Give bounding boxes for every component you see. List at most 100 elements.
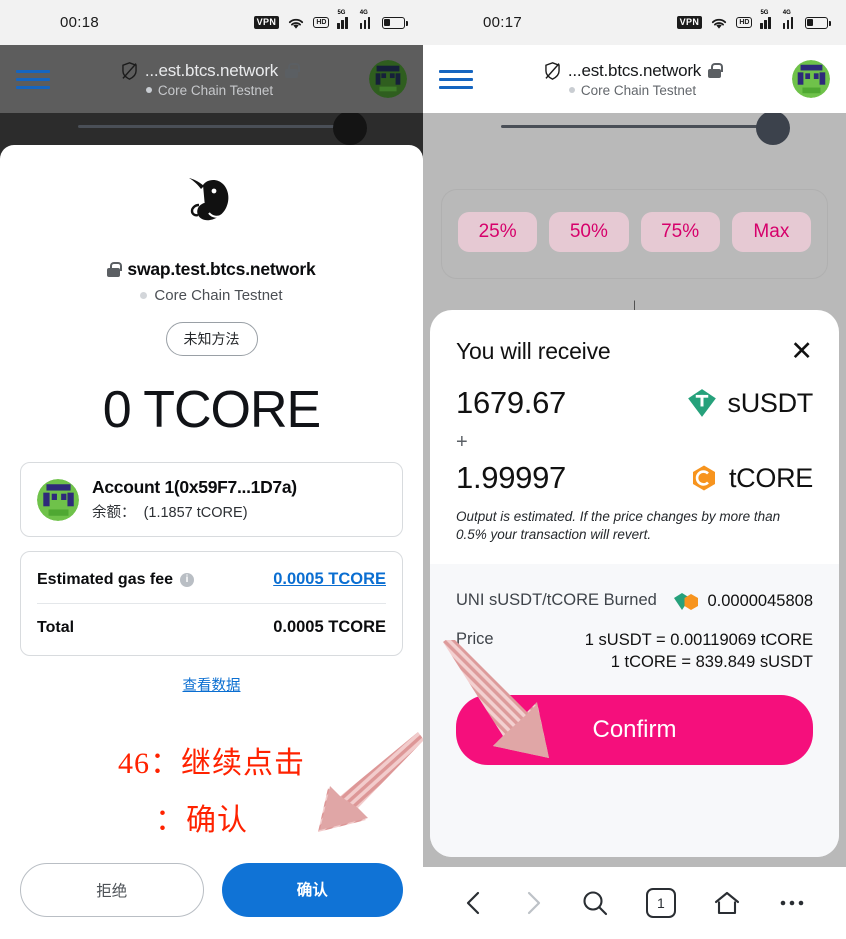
shield-off-icon [545, 61, 560, 80]
right-status-bar: 00:17 VPN HD 5G 4G [423, 0, 846, 45]
you-will-receive-modal: You will receive ✕ 1679.67 sUSDT + 1.999… [430, 310, 839, 857]
detail-value-burned: 0.0000045808 [707, 592, 813, 611]
detail-row-burned: UNI sUSDT/tCORE Burned 0.0000045808 [456, 590, 813, 612]
percent-button-max[interactable]: Max [731, 212, 811, 252]
signal-4g-icon: 4G [359, 10, 374, 29]
detail-label-price: Price [456, 629, 494, 648]
right-phone-screen: 00:17 VPN HD 5G 4G ...est.btcs.network C… [423, 0, 846, 939]
account-avatar[interactable] [369, 60, 407, 98]
account-card[interactable]: Account 1(0x59F7...1D7a) 余额： (1.1857 tCO… [20, 462, 403, 537]
left-phone-screen: 00:18 VPN HD 5G 4G ...est.btcs.network C… [0, 0, 423, 939]
confirm-button[interactable]: Confirm [456, 695, 813, 766]
account-name: Account 1(0x59F7...1D7a) [92, 477, 297, 497]
percent-button-75[interactable]: 75% [640, 212, 720, 252]
background-slider [423, 111, 846, 153]
shield-off-icon [122, 61, 137, 80]
browser-bottom-nav: 1 [423, 867, 846, 939]
status-icons: VPN HD 5G 4G [676, 10, 831, 30]
network-dot-icon [568, 87, 575, 93]
wifi-icon [712, 18, 727, 29]
metamask-confirm-sheet: swap.test.btcs.network Core Chain Testne… [0, 145, 423, 939]
view-data-link[interactable]: 查看数据 [20, 674, 403, 695]
network-dot-icon [145, 87, 152, 93]
percent-button-50[interactable]: 50% [549, 212, 629, 252]
status-time: 00:17 [483, 14, 523, 31]
tab-count-button[interactable]: 1 [645, 888, 676, 918]
left-status-bar: 00:18 VPN HD 5G 4G [0, 0, 423, 45]
avatar [37, 478, 79, 521]
receive-line-2: 1.99997 tCORE [456, 460, 813, 496]
hamburger-icon[interactable] [16, 69, 50, 89]
transaction-amount: 0 TCORE [102, 381, 321, 439]
close-icon[interactable]: ✕ [790, 338, 813, 365]
total-row: Total 0.0005 TCORE [37, 603, 386, 651]
gas-fee-label: Estimated gas fee i [37, 571, 195, 589]
network-label: Core Chain Testnet [580, 82, 697, 98]
receive-amount-2: 1.99997 [456, 460, 566, 495]
percent-button-25[interactable]: 25% [458, 212, 538, 252]
tether-icon [687, 389, 716, 417]
account-balance: 余额： (1.1857 tCORE) [92, 505, 248, 521]
sheet-network-label: Core Chain Testnet [154, 287, 283, 304]
uniswap-unicorn-logo [20, 175, 403, 237]
left-browser-topbar: ...est.btcs.network Core Chain Testnet [0, 45, 423, 113]
percent-card: 25% 50% 75% Max [441, 189, 828, 279]
confirm-button[interactable]: 确认 [221, 863, 403, 917]
receive-token-1: sUSDT [687, 388, 813, 419]
modal-title: You will receive [456, 338, 611, 364]
plus-sign: + [456, 431, 468, 453]
detail-row-price: Price 1 sUSDT = 0.00119069 tCORE 1 tCORE… [456, 629, 813, 674]
wifi-icon [289, 18, 304, 29]
signal-5g-icon: 5G [337, 10, 351, 29]
dual-screenshot: 00:18 VPN HD 5G 4G ...est.btcs.network C… [0, 0, 846, 939]
url-text: ...est.btcs.network [144, 60, 279, 80]
gas-fee-value[interactable]: 0.0005 TCORE [273, 570, 386, 589]
fee-card: Estimated gas fee i 0.0005 TCORE Total 0… [20, 551, 403, 656]
right-browser-topbar: ...est.btcs.network Core Chain Testnet [423, 45, 846, 113]
modal-details: UNI sUSDT/tCORE Burned 0.0000045808 Pric… [430, 564, 839, 857]
signal-4g-icon: 4G [782, 10, 797, 29]
search-icon[interactable] [581, 889, 609, 917]
lock-icon [107, 262, 122, 277]
receive-amount-1: 1679.67 [456, 385, 566, 420]
account-avatar[interactable] [792, 60, 830, 98]
chevron-left-icon[interactable] [463, 890, 485, 916]
chevron-right-icon[interactable] [522, 890, 544, 916]
estimate-note: Output is estimated. If the price change… [456, 509, 781, 543]
url-text: ...est.btcs.network [567, 60, 702, 80]
slider-track [501, 125, 774, 128]
sheet-network-row: Core Chain Testnet [20, 287, 403, 304]
more-dots-icon[interactable] [778, 898, 806, 908]
status-time: 00:18 [60, 14, 100, 31]
modal-top: You will receive ✕ 1679.67 sUSDT + 1.999… [430, 310, 839, 544]
slider-track [78, 125, 351, 128]
receive-line-1: 1679.67 sUSDT [456, 385, 813, 421]
network-label: Core Chain Testnet [157, 82, 274, 98]
battery-icon [382, 16, 408, 29]
lock-icon [285, 63, 300, 78]
total-value: 0.0005 TCORE [273, 618, 386, 636]
hd-icon: HD [313, 17, 330, 28]
hamburger-icon[interactable] [439, 69, 473, 89]
modal-header: You will receive ✕ [456, 338, 813, 365]
sheet-footer: 拒绝 确认 [0, 863, 423, 939]
detail-value-price: 1 sUSDT = 0.00119069 tCORE 1 tCORE = 839… [584, 630, 813, 671]
reject-button[interactable]: 拒绝 [20, 863, 204, 917]
status-icons: VPN HD 5G 4G [253, 10, 408, 30]
network-dot-icon [140, 292, 148, 299]
hd-icon: HD [736, 17, 753, 28]
battery-icon [805, 16, 831, 29]
lock-icon [708, 63, 723, 78]
core-icon [692, 465, 715, 491]
address-bar[interactable]: ...est.btcs.network Core Chain Testnet [473, 61, 792, 98]
vpn-icon: VPN [253, 16, 280, 29]
sheet-host-text: swap.test.btcs.network [127, 259, 316, 279]
detail-label-burned: UNI sUSDT/tCORE Burned [456, 591, 657, 610]
info-icon[interactable]: i [180, 572, 195, 587]
gas-fee-row: Estimated gas fee i 0.0005 TCORE [37, 556, 386, 603]
method-badge: 未知方法 [165, 322, 258, 356]
home-icon[interactable] [713, 889, 741, 917]
address-bar[interactable]: ...est.btcs.network Core Chain Testnet [50, 61, 369, 98]
vpn-icon: VPN [676, 16, 703, 29]
lp-pair-icon [674, 592, 699, 610]
